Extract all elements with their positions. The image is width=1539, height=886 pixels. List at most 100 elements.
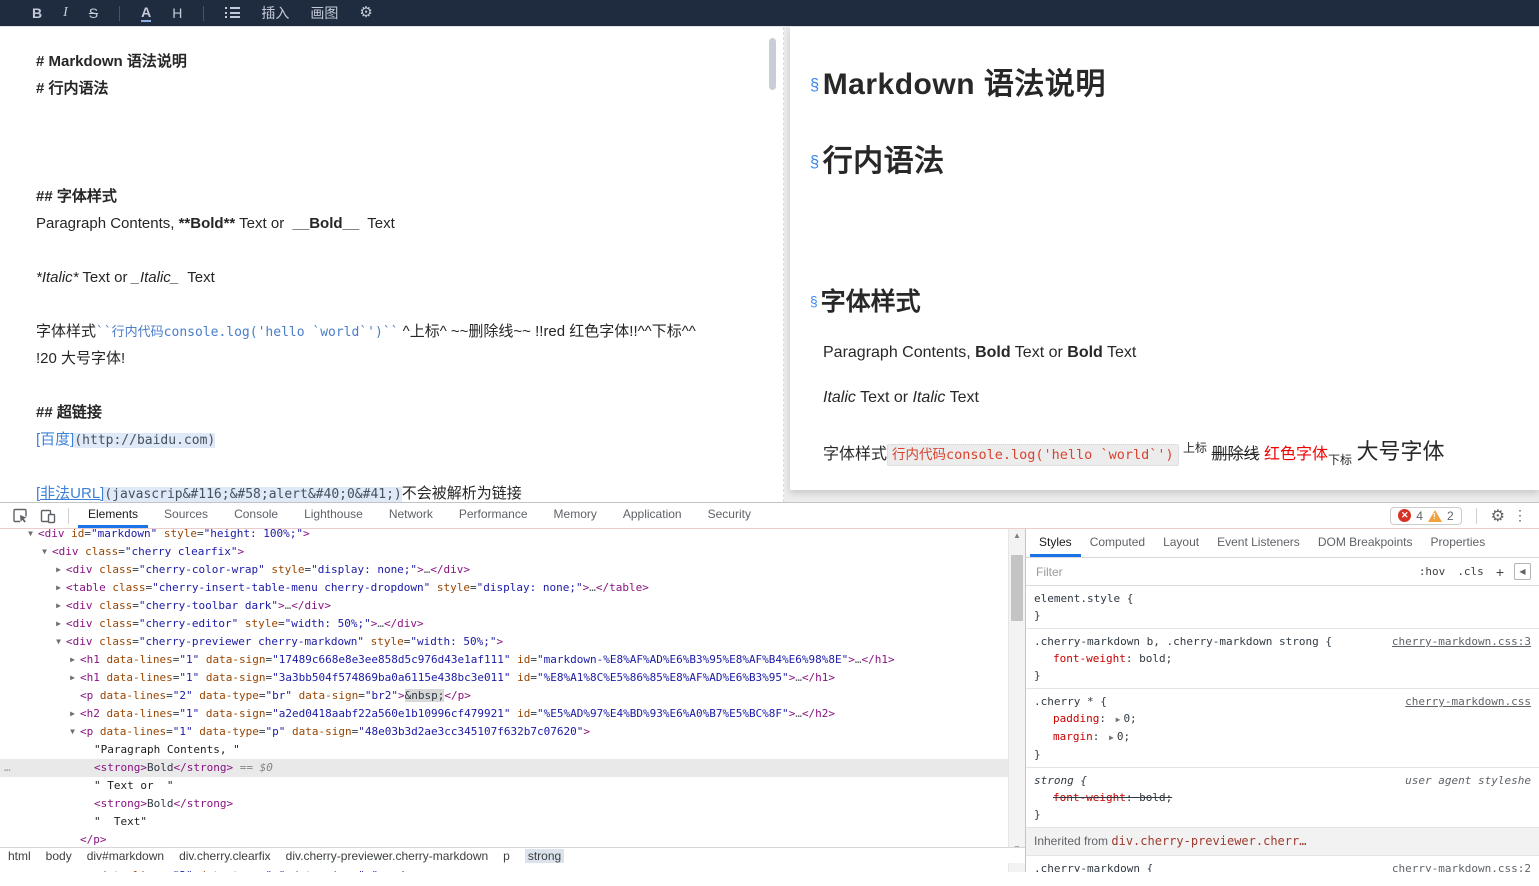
draw-button[interactable]: 画图 <box>310 0 338 26</box>
devtools-tab-security[interactable]: Security <box>698 503 761 528</box>
color-button[interactable]: A <box>141 5 151 22</box>
insert-button[interactable]: 插入 <box>261 0 289 26</box>
styles-filter-input[interactable] <box>1034 564 1409 580</box>
breadcrumb-item[interactable]: strong <box>525 849 564 863</box>
code-token: id <box>517 671 530 684</box>
dom-tree-row[interactable]: ▶<h1 data-lines="1" data-sign="17489c668… <box>0 651 1008 669</box>
expand-arrow-icon[interactable]: ▶ <box>53 615 64 633</box>
heading-anchor-icon[interactable]: § <box>810 76 820 94</box>
breadcrumb-item[interactable]: body <box>46 849 72 863</box>
gear-icon[interactable]: ⚙ <box>359 0 372 26</box>
collapse-arrow-icon[interactable]: ▼ <box>25 529 36 543</box>
styles-tab-styles[interactable]: Styles <box>1030 530 1081 557</box>
dom-tree-row[interactable]: ▶<div class="cherry-color-wrap" style="d… <box>0 561 1008 579</box>
expand-arrow-icon[interactable]: ▶ <box>67 867 78 872</box>
dom-tree-row[interactable]: ▶<p data-lines="2" data-type="p" data-si… <box>0 867 1008 872</box>
collapse-arrow-icon[interactable]: ▼ <box>39 543 50 561</box>
dom-tree-row[interactable]: ▶<h2 data-lines="1" data-sign="a2ed0418a… <box>0 705 1008 723</box>
inherited-node-link[interactable]: div.cherry-previewer.cherr… <box>1111 834 1306 848</box>
breadcrumb-item[interactable]: div#markdown <box>87 849 164 863</box>
expand-arrow-icon[interactable]: ▶ <box>53 597 64 615</box>
strike-button[interactable]: S <box>89 0 98 26</box>
devtools-tab-performance[interactable]: Performance <box>449 503 538 528</box>
editor-scrollbar-thumb[interactable] <box>769 38 776 90</box>
styles-tab-properties[interactable]: Properties <box>1422 530 1495 557</box>
stylesheet-link[interactable]: cherry-markdown.css:2 <box>1392 860 1531 872</box>
expand-arrow-icon[interactable]: ▶ <box>53 561 64 579</box>
list-icon[interactable] <box>225 0 240 26</box>
code-token: == $0 <box>233 761 273 774</box>
toggle-panel-icon[interactable]: ◀ <box>1514 563 1531 580</box>
css-property[interactable]: margin: ▶0; <box>1034 728 1531 746</box>
devtools-tab-console[interactable]: Console <box>224 503 288 528</box>
css-property[interactable]: font-weight: bold; <box>1034 650 1531 667</box>
heading-anchor-icon[interactable]: § <box>810 294 818 309</box>
breadcrumb-item[interactable]: div.cherry-previewer.cherry-markdown <box>286 849 489 863</box>
device-toolbar-icon[interactable] <box>40 508 56 524</box>
devtools-tab-lighthouse[interactable]: Lighthouse <box>294 503 373 528</box>
collapse-arrow-icon[interactable]: ▼ <box>67 723 78 741</box>
breadcrumb-item[interactable]: p <box>503 849 510 863</box>
styles-tab-dom-breakpoints[interactable]: DOM Breakpoints <box>1309 530 1422 557</box>
expand-arrow-icon[interactable]: ▶ <box>53 579 64 597</box>
dom-tree-row[interactable]: ▶<table class="cherry-insert-table-menu … <box>0 579 1008 597</box>
devtools-tab-elements[interactable]: Elements <box>78 503 148 528</box>
italic-button[interactable]: I <box>63 0 68 26</box>
styles-tab-computed[interactable]: Computed <box>1081 530 1154 557</box>
bold-button[interactable]: B <box>32 0 42 26</box>
dom-tree-row[interactable]: ▶<h1 data-lines="1" data-sign="3a3bb504f… <box>0 669 1008 687</box>
header-button[interactable]: H <box>172 0 182 26</box>
styles-toggle-new-rule[interactable]: + <box>1496 564 1504 580</box>
inspect-element-icon[interactable] <box>12 508 28 524</box>
collapse-arrow-icon[interactable]: ▼ <box>53 633 64 651</box>
css-selector[interactable]: element.style { <box>1034 592 1133 605</box>
expand-arrow-icon[interactable]: ▶ <box>67 669 78 687</box>
devtools-tab-memory[interactable]: Memory <box>544 503 607 528</box>
dom-tree-row[interactable]: ▼<div class="cherry clearfix"> <box>0 543 1008 561</box>
code-token: data-sign <box>206 653 266 666</box>
scrollbar-thumb[interactable] <box>1011 555 1023 621</box>
devtools-settings-gear-icon[interactable]: ⚙ <box>1491 506 1505 526</box>
console-status-badge[interactable]: ✕ 4 2 <box>1390 507 1461 525</box>
css-property[interactable]: padding: ▶0; <box>1034 710 1531 728</box>
css-selector[interactable]: .cherry-markdown { <box>1034 862 1153 872</box>
dom-tree-row[interactable]: ▼<div class="cherry-previewer cherry-mar… <box>0 633 1008 651</box>
dom-tree-row[interactable]: "Paragraph Contents, " <box>0 741 1008 759</box>
devtools-tab-application[interactable]: Application <box>613 503 692 528</box>
heading-anchor-icon[interactable]: § <box>810 153 820 171</box>
breadcrumb-item[interactable]: div.cherry.clearfix <box>179 849 271 863</box>
dom-tree-row[interactable]: <strong>Bold</strong> <box>0 795 1008 813</box>
css-rule: user agent styleshe strong { font-weight: … <box>1026 768 1539 828</box>
scroll-up-icon[interactable]: ▲ <box>1009 529 1025 543</box>
dom-tree-row[interactable]: <p data-lines="2" data-type="br" data-si… <box>0 687 1008 705</box>
dom-tree-row[interactable]: ▼<p data-lines="1" data-type="p" data-si… <box>0 723 1008 741</box>
dom-tree-row[interactable]: …<strong>Bold</strong> == $0 <box>0 759 1008 777</box>
dom-tree-row[interactable]: ▼<div id="markdown" style="height: 100%;… <box>0 529 1008 543</box>
markdown-source-editor[interactable]: # Markdown 语法说明# 行内语法## 字体样式Paragraph Co… <box>0 27 784 502</box>
breadcrumb-item[interactable]: html <box>8 849 31 863</box>
code-token: <div <box>52 545 79 558</box>
rule-close-brace: } <box>1034 667 1531 684</box>
css-selector[interactable]: .cherry-markdown b, .cherry-markdown str… <box>1034 635 1332 648</box>
css-property[interactable]: font-weight: bold; <box>1034 789 1531 806</box>
styles-toggle-cls[interactable]: .cls <box>1457 565 1484 578</box>
styles-tab-layout[interactable]: Layout <box>1154 530 1208 557</box>
dom-tree-row[interactable]: ▶<div class="cherry-editor" style="width… <box>0 615 1008 633</box>
dom-tree-row[interactable]: ▶<div class="cherry-toolbar dark">…</div… <box>0 597 1008 615</box>
styles-tab-event-listeners[interactable]: Event Listeners <box>1208 530 1309 557</box>
devtools-tab-network[interactable]: Network <box>379 503 443 528</box>
css-selector[interactable]: strong { <box>1034 774 1087 787</box>
stylesheet-link[interactable]: cherry-markdown.css <box>1405 693 1531 710</box>
styles-toggle-hov[interactable]: :hov <box>1419 565 1446 578</box>
css-selector[interactable]: .cherry * { <box>1034 695 1107 708</box>
devtools-menu-icon[interactable]: ⋮ <box>1513 507 1527 524</box>
expand-arrow-icon[interactable]: ▶ <box>67 651 78 669</box>
dom-tree-row[interactable]: " Text" <box>0 813 1008 831</box>
elements-scrollbar[interactable]: ▲ ▼ <box>1008 529 1025 872</box>
devtools-tab-sources[interactable]: Sources <box>154 503 218 528</box>
stylesheet-link[interactable]: cherry-markdown.css:3 <box>1392 633 1531 650</box>
dom-tree-row[interactable]: " Text or " <box>0 777 1008 795</box>
expand-arrow-icon[interactable]: ▶ <box>67 705 78 723</box>
css-rule: cherry-markdown.css .cherry * { padding: ▶… <box>1026 689 1539 768</box>
stylesheet-link[interactable]: user agent styleshe <box>1405 772 1531 789</box>
